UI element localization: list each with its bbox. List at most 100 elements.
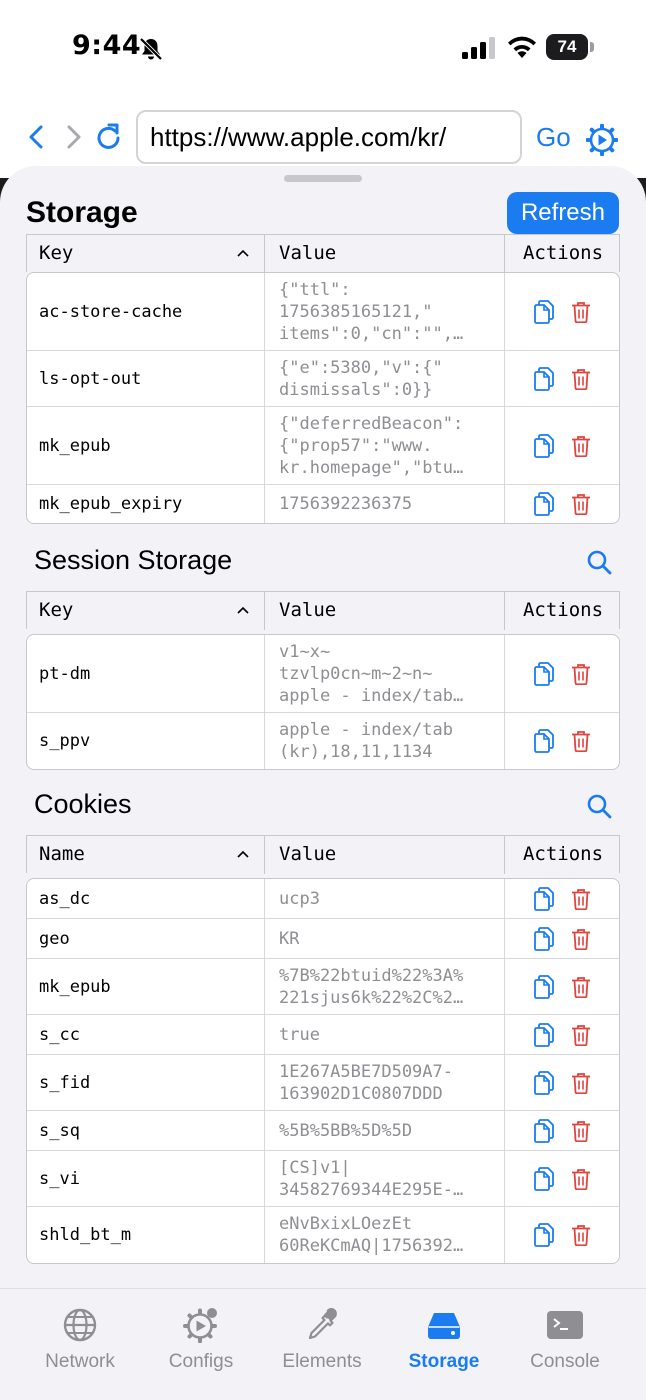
- tab-network-label: Network: [45, 1351, 115, 1372]
- row-actions: [505, 1015, 619, 1054]
- row-actions: [505, 407, 619, 484]
- table-row[interactable]: s_fid 1E267A5BE7D509A7- 163902D1C0807DDD: [27, 1055, 619, 1111]
- trash-icon[interactable]: [571, 1072, 591, 1094]
- sort-ascending-icon[interactable]: [237, 606, 249, 614]
- row-value-text: {"e":5380,"v":{" dismissals":0}}: [279, 357, 443, 400]
- tab-network[interactable]: Network: [20, 1307, 140, 1373]
- name-column-header[interactable]: Name: [27, 836, 265, 874]
- table-row[interactable]: s_sq %5B%5BB%5D%5D: [27, 1111, 619, 1151]
- table-row[interactable]: mk_epub %7B%22btuid%22%3A% 221sjus6k%22%2…: [27, 959, 619, 1015]
- copy-icon[interactable]: [533, 927, 555, 951]
- table-row[interactable]: ac-store-cache {"ttl": 1756385165121," it…: [27, 273, 619, 351]
- sort-ascending-icon[interactable]: [237, 249, 249, 257]
- back-chevron-icon[interactable]: [22, 122, 52, 152]
- row-value-text: %5B%5BB%5D%5D: [279, 1120, 413, 1141]
- row-key: mk_epub: [27, 959, 265, 1014]
- row-value-text: apple - index/tab (kr),18,11,1134: [279, 720, 453, 762]
- row-key: shld_bt_m: [27, 1207, 265, 1263]
- table-row[interactable]: ls-opt-out {"e":5380,"v":{" dismissals":0…: [27, 351, 619, 407]
- table-row[interactable]: mk_epub_expiry 1756392236375: [27, 485, 619, 523]
- trash-icon[interactable]: [571, 493, 591, 515]
- key-column-label: Key: [39, 242, 74, 264]
- row-value: eNvBxixLOezEt 60ReKCmAQ|1756392…: [265, 1207, 505, 1263]
- tab-storage[interactable]: Storage: [384, 1307, 504, 1373]
- table-row[interactable]: as_dc ucp3: [27, 879, 619, 919]
- search-icon[interactable]: [586, 793, 612, 819]
- row-key: ac-store-cache: [27, 273, 265, 350]
- name-column-label: Name: [39, 843, 85, 865]
- copy-icon[interactable]: [533, 492, 555, 516]
- tab-console[interactable]: Console: [505, 1307, 625, 1373]
- table-row[interactable]: pt-dm v1~x~ tzvlp0cn~m~2~n~ apple - index…: [27, 635, 619, 713]
- row-actions: [505, 1111, 619, 1150]
- row-value: [CS]v1| 34582769344E295E-…: [265, 1151, 505, 1206]
- trash-icon[interactable]: [571, 1120, 591, 1142]
- storage-table: ac-store-cache {"ttl": 1756385165121," it…: [26, 272, 620, 524]
- copy-icon[interactable]: [533, 1223, 555, 1247]
- copy-icon[interactable]: [533, 1071, 555, 1095]
- row-value: ucp3: [265, 879, 505, 918]
- table-row[interactable]: geo KR: [27, 919, 619, 959]
- copy-icon[interactable]: [533, 887, 555, 911]
- row-value: %7B%22btuid%22%3A% 221sjus6k%22%2C%2…: [265, 959, 505, 1014]
- row-key: s_sq: [27, 1111, 265, 1150]
- url-field[interactable]: https://www.apple.com/kr/: [136, 110, 522, 164]
- trash-icon[interactable]: [571, 730, 591, 752]
- trash-icon[interactable]: [571, 368, 591, 390]
- table-row[interactable]: s_ppv apple - index/tab (kr),18,11,1134: [27, 713, 619, 769]
- trash-icon[interactable]: [571, 1224, 591, 1246]
- row-actions: [505, 1207, 619, 1263]
- copy-icon[interactable]: [533, 1119, 555, 1143]
- row-key: s_vi: [27, 1151, 265, 1206]
- trash-icon[interactable]: [571, 976, 591, 998]
- trash-icon[interactable]: [571, 928, 591, 950]
- sort-ascending-icon[interactable]: [237, 850, 249, 858]
- go-button[interactable]: Go: [536, 122, 571, 153]
- sheet-grabber[interactable]: [284, 175, 362, 182]
- copy-icon[interactable]: [533, 300, 555, 324]
- copy-icon[interactable]: [533, 367, 555, 391]
- trash-icon[interactable]: [571, 435, 591, 457]
- trash-icon[interactable]: [571, 888, 591, 910]
- battery-cap: [590, 42, 594, 52]
- search-icon[interactable]: [586, 549, 612, 575]
- refresh-button[interactable]: Refresh: [507, 192, 619, 234]
- key-column-header[interactable]: Key: [27, 235, 265, 273]
- copy-icon[interactable]: [533, 434, 555, 458]
- row-actions: [505, 635, 619, 712]
- copy-icon[interactable]: [533, 662, 555, 686]
- tab-configs[interactable]: Configs: [141, 1307, 261, 1373]
- row-value-text: 1E267A5BE7D509A7- 163902D1C0807DDD: [279, 1061, 453, 1104]
- row-value: v1~x~ tzvlp0cn~m~2~n~ apple - index/tab…: [265, 635, 505, 712]
- table-row[interactable]: shld_bt_m eNvBxixLOezEt 60ReKCmAQ|1756392…: [27, 1207, 619, 1263]
- row-value: {"deferredBeacon": {"prop57":"www. kr.ho…: [265, 407, 505, 484]
- key-column-header[interactable]: Key: [27, 592, 265, 630]
- row-value: {"e":5380,"v":{" dismissals":0}}: [265, 351, 505, 406]
- settings-gear-icon[interactable]: [586, 124, 618, 156]
- terminal-icon: [547, 1311, 583, 1339]
- copy-icon[interactable]: [533, 1023, 555, 1047]
- row-value: true: [265, 1015, 505, 1054]
- trash-icon[interactable]: [571, 301, 591, 323]
- eyedropper-icon: [308, 1308, 337, 1340]
- table-row[interactable]: s_cc true: [27, 1015, 619, 1055]
- session-storage-title: Session Storage: [34, 545, 233, 575]
- row-value-text: {"deferredBeacon": {"prop57":"www. kr.ho…: [279, 413, 464, 478]
- forward-chevron-icon[interactable]: [58, 122, 88, 152]
- trash-icon[interactable]: [571, 663, 591, 685]
- page-title: Storage: [26, 196, 138, 229]
- row-value-text: %7B%22btuid%22%3A% 221sjus6k%22%2C%2…: [279, 965, 464, 1008]
- tab-elements[interactable]: Elements: [262, 1307, 382, 1373]
- wifi-icon: [508, 36, 536, 58]
- copy-icon[interactable]: [533, 1167, 555, 1191]
- trash-icon[interactable]: [571, 1024, 591, 1046]
- copy-icon[interactable]: [533, 729, 555, 753]
- cookies-table: as_dc ucp3 geo KR mk_epub %7B%22btuid%22%3A% …: [26, 878, 620, 1264]
- table-row[interactable]: mk_epub {"deferredBeacon": {"prop57":"www…: [27, 407, 619, 485]
- table-row[interactable]: s_vi [CS]v1| 34582769344E295E-…: [27, 1151, 619, 1207]
- row-actions: [505, 713, 619, 769]
- reload-icon[interactable]: [93, 121, 125, 153]
- copy-icon[interactable]: [533, 975, 555, 999]
- cookies-title: Cookies: [34, 789, 132, 819]
- trash-icon[interactable]: [571, 1168, 591, 1190]
